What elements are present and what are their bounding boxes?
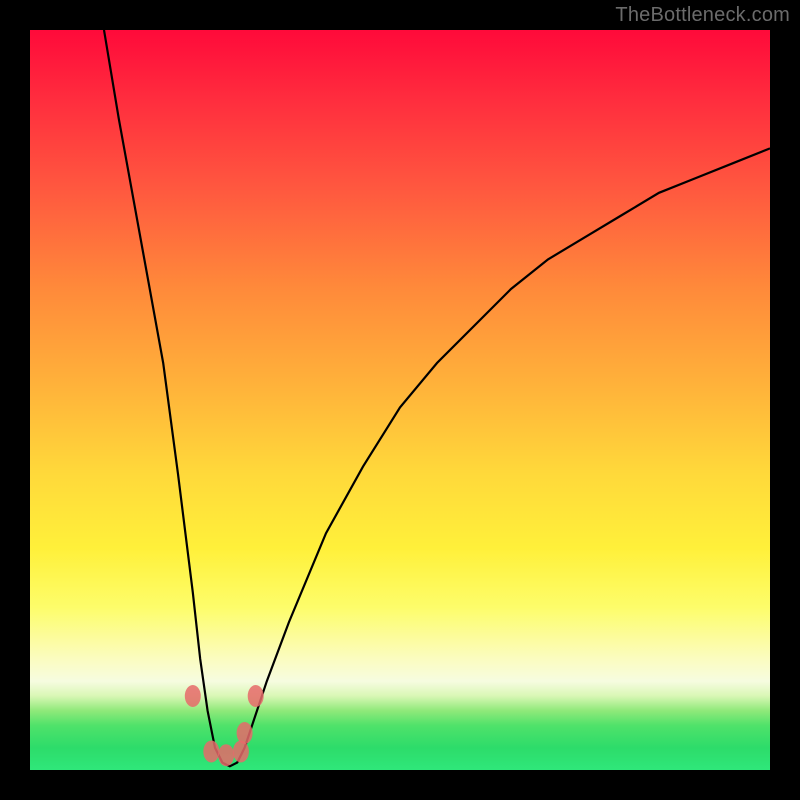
plot-area (30, 30, 770, 770)
curve-marker (248, 685, 264, 707)
curve-marker (218, 744, 234, 766)
curve-path (104, 30, 770, 766)
watermark-text: TheBottleneck.com (615, 4, 790, 27)
bottleneck-curve (30, 30, 770, 770)
curve-marker (237, 722, 253, 744)
curve-marker (185, 685, 201, 707)
curve-marker (203, 741, 219, 763)
curve-marker (233, 741, 249, 763)
chart-stage: TheBottleneck.com (0, 0, 800, 800)
